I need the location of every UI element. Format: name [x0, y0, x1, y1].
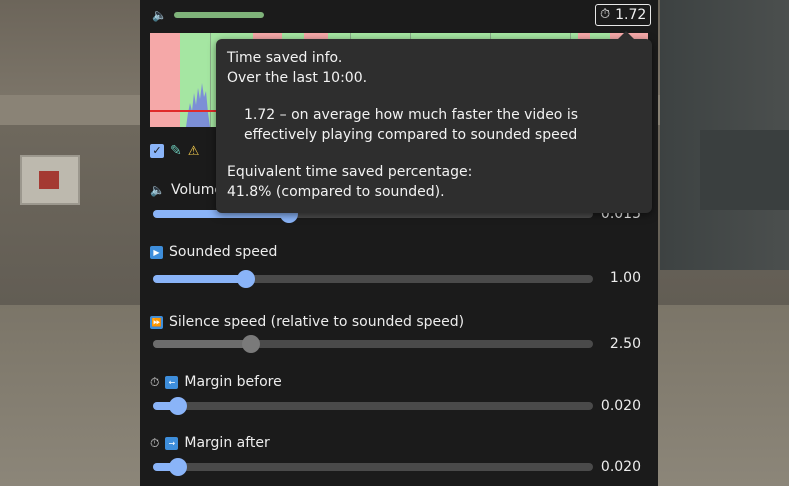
margin-after-slider[interactable] — [153, 463, 593, 471]
silence-speed-control: ⏩ Silence speed (relative to sounded spe… — [150, 314, 650, 358]
margin-before-control: ⏱ ← Margin before 0.020 — [150, 374, 650, 418]
volume-small-icon: 🔈 — [150, 183, 165, 197]
sounded-speed-control: ▶ Sounded speed 1.00 — [150, 244, 650, 288]
arrow-right-icon: → — [165, 436, 179, 450]
stopwatch-small-icon: ⏱ — [150, 374, 160, 389]
margin-after-control: ⏱ → Margin after 0.020 — [150, 435, 650, 479]
top-bar: 🔈 ⏱ 1.72 — [140, 0, 658, 30]
tooltip-title: Time saved info. — [227, 50, 343, 66]
enable-checkbox[interactable]: ✓ — [150, 144, 164, 158]
tooltip-ratio-line2: effectively playing compared to sounded … — [244, 127, 578, 143]
tooltip-ratio-line1: 1.72 – on average how much faster the vi… — [244, 107, 579, 123]
sounded-speed-label: Sounded speed — [169, 244, 278, 260]
fast-forward-icon: ⏩ — [150, 315, 163, 329]
margin-before-value: 0.020 — [600, 398, 641, 414]
silence-speed-label: Silence speed (relative to sounded speed… — [169, 314, 465, 330]
time-saved-button[interactable]: ⏱ 1.72 — [595, 4, 652, 26]
stopwatch-icon: ⏱ — [600, 7, 611, 22]
margin-after-value: 0.020 — [600, 459, 641, 475]
margin-after-label: Margin after — [184, 435, 270, 451]
tooltip-percentage-label: Equivalent time saved percentage: — [227, 164, 473, 180]
volume-icon[interactable]: 🔈 — [152, 8, 167, 22]
tooltip-percentage-value: 41.8% (compared to sounded). — [227, 184, 445, 200]
margin-before-label: Margin before — [184, 374, 282, 390]
silence-speed-slider-thumb[interactable] — [242, 335, 260, 353]
stopwatch-small-icon: ⏱ — [150, 435, 160, 450]
pencil-icon[interactable]: ✎ — [170, 143, 182, 159]
tooltip-period: Over the last 10:00. — [227, 70, 368, 86]
warning-icon: ⚠ — [187, 143, 200, 159]
margin-before-slider[interactable] — [153, 402, 593, 410]
play-icon: ▶ — [150, 245, 163, 259]
sounded-speed-value: 1.00 — [609, 270, 641, 286]
margin-after-slider-thumb[interactable] — [169, 458, 187, 476]
sounded-speed-slider[interactable] — [153, 275, 593, 283]
chart-tools: ✓ ✎ ⚠ — [150, 143, 199, 159]
time-saved-tooltip: Time saved info. Over the last 10:00. 1.… — [216, 31, 652, 213]
sounded-speed-slider-thumb[interactable] — [237, 270, 255, 288]
mini-volume-bar[interactable] — [174, 12, 264, 18]
arrow-left-icon: ← — [165, 375, 179, 389]
silence-speed-value: 2.50 — [609, 336, 641, 352]
margin-before-slider-thumb[interactable] — [169, 397, 187, 415]
speed-ratio-value: 1.72 — [615, 7, 647, 23]
silence-speed-slider[interactable] — [153, 340, 593, 348]
